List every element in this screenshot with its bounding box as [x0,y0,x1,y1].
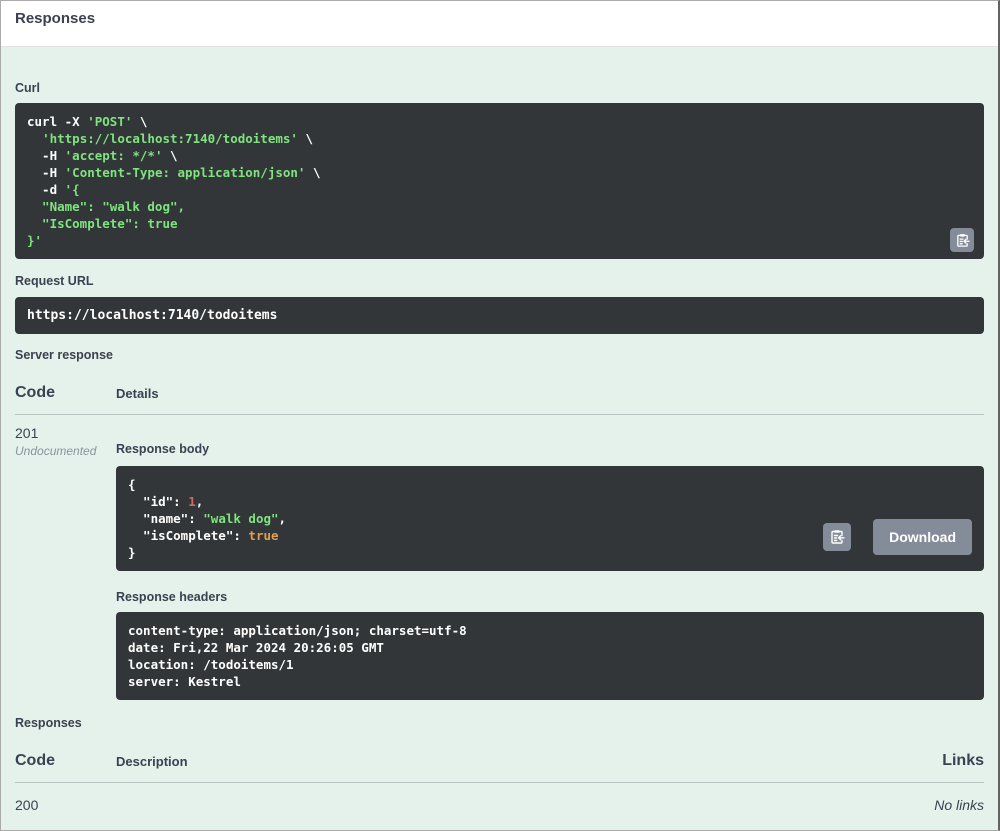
response-headers-label: Response headers [116,590,228,604]
doc-status-code: 200 [15,797,39,813]
response-body-actions: Download [823,519,972,555]
clipboard-copy-icon [956,233,970,247]
status-code-cell: 201 Undocumented [15,425,116,700]
responses-panel: Responses Curl curl -X 'POST' \ 'https:/… [0,0,1000,831]
copy-curl-button[interactable] [950,228,974,252]
responses-doc-label: Responses [15,716,82,730]
clipboard-copy-icon [831,530,845,544]
response-doc-row: 200 No links [15,797,984,813]
panel-title: Responses [15,10,96,27]
details-cell: Response body { "id": 1, "name": "walk d… [116,425,984,700]
panel-body: Curl curl -X 'POST' \ 'https://localhost… [1,81,998,813]
download-button[interactable]: Download [873,519,972,555]
response-body-label: Response body [116,442,210,456]
status-code-note: Undocumented [15,444,97,458]
code-column-header: Code [15,752,55,769]
divider [15,414,984,415]
panel-header: Responses [1,1,998,47]
divider [15,782,984,783]
copy-response-body-button[interactable] [823,523,852,551]
server-response-row: 201 Undocumented Response body { "id": 1… [15,425,984,700]
server-response-label: Server response [15,348,113,362]
curl-label: Curl [15,81,40,95]
server-response-table-header: Code Details [15,384,984,402]
code-column-header: Code [15,384,55,401]
doc-links: No links [934,797,984,813]
response-headers-block: content-type: application/json; charset=… [116,612,984,700]
description-column-header: Description [116,754,188,769]
details-column-header: Details [116,386,159,401]
curl-code-block: curl -X 'POST' \ 'https://localhost:7140… [15,103,984,259]
request-url-label: Request URL [15,274,94,288]
responses-table-header: Code Description Links [15,752,984,770]
links-column-header: Links [942,752,984,769]
request-url-value: https://localhost:7140/todoitems [15,297,984,334]
status-code: 201 [15,425,39,441]
